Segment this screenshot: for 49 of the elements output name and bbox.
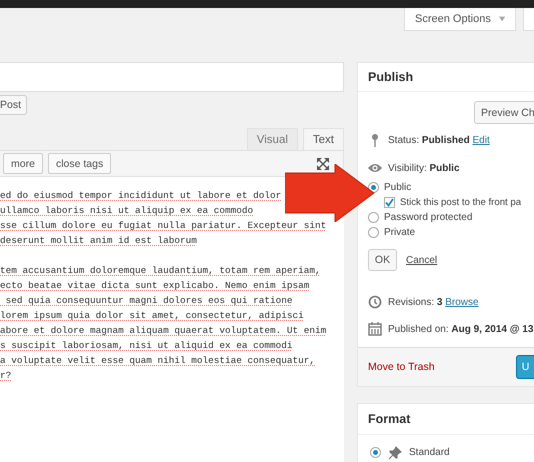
text-line: deserunt mollit anim id est laborum <box>0 234 197 248</box>
quicktag-button[interactable]: more <box>3 153 43 174</box>
radio-button[interactable] <box>368 227 379 238</box>
radio-button[interactable] <box>368 212 379 223</box>
text-line: ullamco laboris nisi ut aliquip ex ea commodo <box>0 204 254 218</box>
revisions-text: Revisions: 3 Browse <box>388 296 479 308</box>
option-label: Password protected <box>384 212 472 223</box>
panel-title: Publish <box>368 70 414 84</box>
status-text: Status: Published Edit <box>388 134 490 146</box>
preview-button[interactable]: Preview Ch <box>474 101 534 124</box>
calendar-icon <box>368 322 382 336</box>
option-label: Public <box>384 182 412 193</box>
post-button[interactable]: Post <box>0 95 28 115</box>
text-line: tem accusantium doloremque laudantium, totam rem aperiam, <box>0 264 321 278</box>
text-line: ecto beatae vitae dicta sunt explicabo. Nemo enim ipsam <box>0 279 310 293</box>
text-line: r? <box>0 369 12 383</box>
text-line: sed quia consequuntur magni dolores eos qui ratione <box>4 294 293 308</box>
text-line: s suscipit laboriosam, nisi ut aliquid ex ea commodi <box>0 339 293 353</box>
screen-options-button[interactable]: Screen Options <box>404 8 516 31</box>
text-line: lorem ipsum quia dolor sit amet, consectetur, adipisci <box>0 309 304 323</box>
option-label: Private <box>384 227 416 238</box>
clock-icon <box>368 295 382 309</box>
cancel-link[interactable]: Cancel <box>406 254 438 266</box>
check-icon <box>385 198 394 207</box>
quicktag-button[interactable]: close tags <box>48 153 112 174</box>
editor-textarea[interactable] <box>0 177 344 462</box>
text-line: a voluptate velit esse quam nihil molestiae consequatur, <box>0 354 316 368</box>
fullscreen-icon[interactable] <box>317 158 329 170</box>
editor-tab[interactable]: Text <box>302 128 344 150</box>
option-label: Standard <box>409 447 450 458</box>
eye-icon <box>368 161 382 175</box>
ok-button[interactable]: OK <box>368 249 397 271</box>
text-line: ed do eiusmod tempor incididunt ut labore et dolor <box>0 189 282 203</box>
move-to-trash-link[interactable]: Move to Trash <box>368 361 435 373</box>
caret-icon <box>498 16 505 22</box>
browse-link[interactable]: Browse <box>445 296 479 308</box>
visibility-text: Visibility: Public <box>388 162 460 174</box>
arrow-icon <box>285 164 375 222</box>
editor-tab[interactable]: Visual <box>246 128 298 150</box>
title-field[interactable] <box>0 62 344 92</box>
text-line: abore et dolore magnam aliquam quaerat voluptatem. Ut enim <box>0 324 326 338</box>
checkbox-label: Stick this post to the front pa <box>400 197 522 208</box>
pushpin-icon <box>388 446 402 460</box>
radio-button[interactable] <box>370 447 381 458</box>
published-on-text: Published on: Aug 9, 2014 @ 13 <box>388 324 534 334</box>
text-line: sse cillum dolore eu fugiat nulla pariatur. Excepteur sint <box>0 219 326 233</box>
checkbox[interactable] <box>384 197 395 208</box>
edit-link[interactable]: Edit <box>472 134 490 146</box>
panel-title: Format <box>368 412 410 426</box>
